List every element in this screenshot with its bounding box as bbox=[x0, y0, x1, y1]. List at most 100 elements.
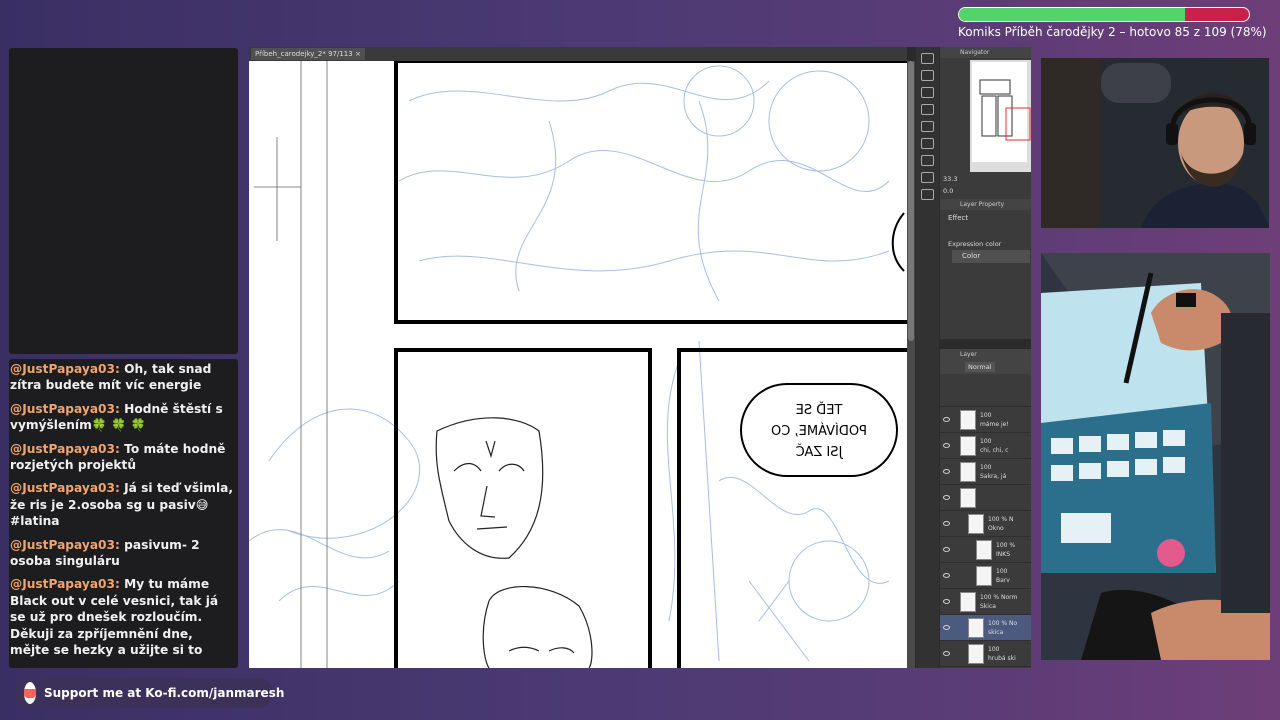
layer-property-title: Layer Property bbox=[940, 199, 1031, 210]
layer-row[interactable]: 100 % Norm Skica bbox=[940, 588, 1031, 614]
kofi-cup-icon bbox=[24, 682, 36, 704]
clip-studio-window: Příbeh_carodejky_2* 97/113 × TEĎ SE PODÍ… bbox=[249, 47, 1031, 668]
layer-label: 100 % No skica bbox=[988, 619, 1017, 637]
chat-username: @JustPapaya03: bbox=[10, 537, 120, 552]
speech-bubble-line: PODÍVÁME, CO bbox=[771, 423, 867, 439]
scrollbar-thumb[interactable] bbox=[908, 61, 914, 341]
layer-row[interactable]: 100 máme je! bbox=[940, 406, 1031, 432]
layer-row[interactable]: 100 chi, chi, c bbox=[940, 432, 1031, 458]
panel-icon[interactable] bbox=[921, 189, 934, 200]
close-icon[interactable]: × bbox=[355, 50, 361, 58]
eye-icon[interactable] bbox=[943, 469, 950, 474]
layer-thumbnail bbox=[976, 540, 992, 560]
zoom-value: 33.3 bbox=[943, 175, 958, 183]
canvas-tab-bar: Příbeh_carodejky_2* 97/113 × bbox=[249, 47, 907, 61]
layer-name: INKS bbox=[996, 551, 1011, 558]
speech-bubble-line: TEĎ SE bbox=[796, 402, 844, 418]
goal-progress-label: Komiks Příběh čarodějky 2 – hotovo 85 z … bbox=[958, 25, 1267, 39]
layer-label: 100 chi, chi, c bbox=[980, 437, 1008, 455]
layer-opacity: 100 % bbox=[996, 542, 1016, 549]
blend-mode-select[interactable]: Normal bbox=[965, 362, 995, 372]
layer-row[interactable] bbox=[940, 484, 1031, 510]
chat-username: @JustPapaya03: bbox=[10, 441, 120, 456]
layer-row[interactable]: 100 % INKS bbox=[940, 536, 1031, 562]
expression-color-label: Expression color bbox=[948, 240, 1002, 248]
comic-page-artwork: TEĎ SE PODÍVÁME, CO JSI ZAČ bbox=[249, 59, 921, 668]
speech-bubble-line: JSI ZAČ bbox=[796, 444, 844, 460]
layer-opacity: 100 % Norm bbox=[980, 594, 1018, 601]
layer-thumbnail bbox=[960, 592, 976, 612]
drawing-canvas[interactable]: TEĎ SE PODÍVÁME, CO JSI ZAČ bbox=[249, 59, 921, 668]
webcam-face bbox=[1041, 58, 1269, 228]
chat-message: @JustPapaya03: To máte hodně rozjetých p… bbox=[10, 441, 238, 474]
layer-list: 100 máme je! 100 chi, chi, c 100 Sakra, já 100… bbox=[940, 406, 1031, 668]
expression-color-select[interactable]: Color bbox=[952, 250, 1030, 263]
goal-progress-bar bbox=[958, 7, 1250, 22]
chat-username: @JustPapaya03: bbox=[10, 577, 120, 592]
kofi-banner[interactable]: Support me at Ko-fi.com/janmaresh bbox=[14, 678, 284, 708]
navigator-preview[interactable] bbox=[970, 60, 1031, 172]
panel-icon[interactable] bbox=[921, 87, 934, 98]
layer-row[interactable]: 100 bbox=[940, 666, 1031, 668]
layer-thumbnail bbox=[976, 566, 992, 586]
rotate-value: 0.0 bbox=[943, 187, 954, 195]
layer-opacity: 100 bbox=[988, 646, 1000, 653]
eye-icon[interactable] bbox=[943, 417, 950, 422]
layer-label: 100 % N Okno bbox=[988, 515, 1013, 533]
eye-icon[interactable] bbox=[943, 599, 950, 604]
panel-icon[interactable] bbox=[921, 138, 934, 149]
panel-icon[interactable] bbox=[921, 155, 934, 166]
layer-panel-title: Layer bbox=[940, 349, 1031, 360]
eye-icon[interactable] bbox=[943, 573, 950, 578]
layer-thumbnail bbox=[960, 462, 976, 482]
layer-label: 100 máme je! bbox=[980, 411, 1009, 429]
layer-opacity: 100 % No bbox=[988, 620, 1018, 627]
layer-opacity: 100 bbox=[996, 568, 1008, 575]
eye-icon[interactable] bbox=[943, 443, 950, 448]
canvas-tab[interactable]: Příbeh_carodejky_2* 97/113 × bbox=[251, 48, 365, 60]
layer-name: máme je! bbox=[980, 421, 1009, 428]
panel-icon[interactable] bbox=[921, 172, 934, 183]
layer-row[interactable]: 100 Sakra, já bbox=[940, 458, 1031, 484]
layer-property-panel: Layer Property Effect Expression color C… bbox=[940, 199, 1031, 339]
chat-message: @JustPapaya03: Já si teď všimla, že ris … bbox=[10, 480, 238, 529]
kofi-text: Support me at Ko-fi.com/janmaresh bbox=[44, 686, 285, 700]
layer-thumbnail bbox=[960, 436, 976, 456]
chat-message: @JustPapaya03: pasivum- 2 osoba singulár… bbox=[10, 537, 238, 570]
layer-row[interactable]: 100 hrubá ski bbox=[940, 640, 1031, 666]
layer-name: Okno bbox=[988, 525, 1004, 532]
layer-name: Sakra, já bbox=[980, 473, 1007, 480]
chat-message: @JustPapaya03: Hodně štěstí s vymýšlením… bbox=[10, 401, 238, 434]
zoom-slider[interactable]: 33.3 bbox=[943, 175, 1031, 185]
layer-thumbnail bbox=[968, 644, 984, 664]
layer-row[interactable]: 100 % N Okno bbox=[940, 510, 1031, 536]
layer-name: hrubá ski bbox=[988, 655, 1016, 662]
chat-panel: @JustPapaya03: Oh, tak snad zítra budete… bbox=[9, 359, 238, 668]
layer-row[interactable]: 100 % No skica bbox=[940, 614, 1031, 640]
panel-icon[interactable] bbox=[921, 53, 934, 64]
eye-icon[interactable] bbox=[943, 547, 950, 552]
eye-icon[interactable] bbox=[943, 651, 950, 656]
layer-label: 100 Sakra, já bbox=[980, 463, 1006, 481]
eye-icon[interactable] bbox=[943, 625, 950, 630]
eye-icon[interactable] bbox=[943, 495, 950, 500]
layer-opacity: 100 % N bbox=[988, 516, 1014, 523]
layer-opacity: 100 bbox=[980, 464, 992, 471]
chat-message: @JustPapaya03: Oh, tak snad zítra budete… bbox=[10, 361, 238, 394]
layer-row[interactable]: 100 Barv bbox=[940, 562, 1031, 588]
canvas-tab-label: Příbeh_carodejky_2* 97/113 bbox=[255, 50, 353, 58]
rotate-slider[interactable]: 0.0 bbox=[943, 187, 1031, 197]
layer-label: 100 % INKS bbox=[996, 541, 1015, 559]
panel-icon[interactable] bbox=[921, 104, 934, 115]
chat-username: @JustPapaya03: bbox=[10, 481, 120, 496]
layer-opacity: 100 bbox=[980, 438, 992, 445]
layer-thumbnail bbox=[968, 514, 984, 534]
canvas-scrollbar[interactable] bbox=[907, 61, 915, 668]
panel-icon[interactable] bbox=[921, 70, 934, 81]
layer-panel: Layer Normal 100 máme je! 100 chi, chi, c 10… bbox=[940, 349, 1031, 668]
eye-icon[interactable] bbox=[943, 521, 950, 526]
panel-icon[interactable] bbox=[921, 121, 934, 132]
layer-name: Skica bbox=[980, 603, 996, 610]
layer-opacity: 100 bbox=[980, 412, 992, 419]
goal-progress-fill bbox=[959, 8, 1186, 21]
